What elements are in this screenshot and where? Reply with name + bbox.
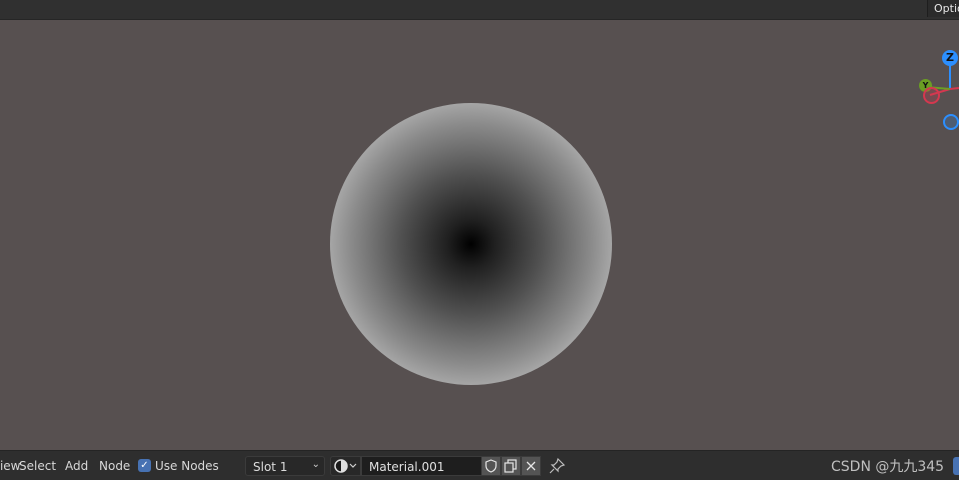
duplicate-material-button[interactable] (501, 456, 521, 476)
node-editor-footer: View Select Add Node ✓ Use Nodes Slot 1 … (0, 450, 959, 480)
menu-add[interactable]: Add (65, 459, 88, 473)
slot-value: Slot 1 (253, 460, 288, 474)
fake-user-button[interactable] (481, 456, 501, 476)
pin-icon (549, 457, 566, 474)
options-button[interactable]: Options (927, 0, 959, 17)
header-options-toggle[interactable] (953, 457, 959, 475)
axis-z-handle[interactable]: Z (942, 50, 958, 66)
top-header-bar: Options (0, 0, 959, 20)
menu-select[interactable]: Select (19, 459, 56, 473)
duplicate-icon (504, 459, 517, 473)
menu-node[interactable]: Node (99, 459, 130, 473)
material-preview-sphere (330, 103, 612, 385)
watermark-text: CSDN @九九345 (831, 459, 945, 475)
navigation-gizmo[interactable]: Z Y (910, 40, 959, 140)
use-nodes-label: Use Nodes (155, 459, 219, 473)
slot-dropdown[interactable]: Slot 1 ⌄ (245, 456, 325, 476)
material-sphere-icon (334, 459, 357, 473)
axis-neg-x-handle[interactable] (923, 87, 940, 104)
material-name-text: Material.001 (369, 460, 445, 474)
node-editor-window: Options Z Y View S (0, 0, 959, 480)
chevron-down-icon: ⌄ (311, 459, 320, 470)
axis-neg-z-handle[interactable] (943, 114, 959, 130)
axis-z-label: Z (946, 51, 954, 64)
pin-button[interactable] (548, 457, 566, 475)
preview-viewport[interactable]: Z Y (0, 20, 959, 450)
menu-view[interactable]: View (0, 459, 20, 473)
material-name-field[interactable]: Material.001 (361, 456, 482, 476)
material-type-button[interactable] (330, 456, 361, 476)
shield-icon (485, 459, 497, 473)
use-nodes-checkbox[interactable]: ✓ (138, 459, 151, 472)
unlink-material-button[interactable] (521, 456, 541, 476)
checkmark-icon: ✓ (140, 460, 149, 471)
close-icon (526, 461, 536, 471)
